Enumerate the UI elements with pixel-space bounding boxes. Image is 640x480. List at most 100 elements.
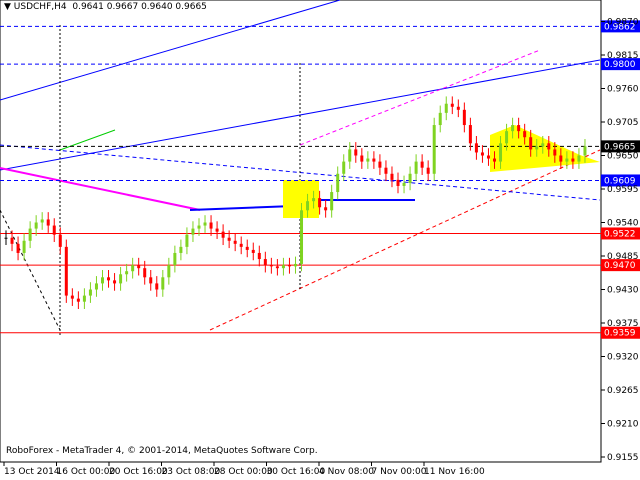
candle-body bbox=[414, 161, 418, 174]
candle-body bbox=[185, 234, 189, 247]
candle-body bbox=[16, 243, 20, 253]
x-tick-label: 7 Nov 00:00 bbox=[372, 467, 427, 477]
candle-body bbox=[312, 198, 316, 202]
candle-body bbox=[263, 259, 267, 266]
candle-body bbox=[390, 173, 394, 180]
candle-body bbox=[119, 274, 123, 284]
price-level-label: 0.9800 bbox=[604, 60, 636, 70]
candle-body bbox=[468, 125, 472, 144]
candle-body bbox=[523, 131, 527, 138]
y-tick-label: 0.9485 bbox=[607, 252, 639, 262]
price-level-label: 0.9359 bbox=[604, 329, 636, 339]
candle-body bbox=[46, 219, 50, 226]
candle-body bbox=[173, 252, 177, 266]
candle-body bbox=[354, 149, 358, 156]
candle-body bbox=[251, 249, 255, 253]
candle-body bbox=[408, 173, 412, 183]
candle-body bbox=[535, 146, 539, 150]
candle-body bbox=[22, 240, 26, 253]
candle-body bbox=[360, 155, 364, 162]
candle-body bbox=[565, 158, 569, 162]
candle-body bbox=[474, 143, 478, 153]
candle-body bbox=[577, 155, 581, 162]
candle-body bbox=[547, 143, 551, 150]
candle-body bbox=[529, 137, 533, 150]
chart-header: ▼ USDCHF,H4 0.9641 0.9667 0.9640 0.9665 bbox=[4, 2, 207, 12]
candle-body bbox=[113, 280, 117, 284]
copyright-text: RoboForex - MetaTrader 4, © 2001-2014, M… bbox=[6, 446, 318, 456]
x-tick-label: 20 Oct 16:00 bbox=[109, 467, 168, 477]
candle-body bbox=[517, 125, 521, 132]
candle-body bbox=[330, 192, 334, 211]
candle-body bbox=[559, 155, 563, 162]
candle-body bbox=[583, 146, 587, 156]
candle-body bbox=[336, 173, 340, 193]
candle-body bbox=[52, 225, 56, 235]
candle-body bbox=[155, 283, 159, 290]
candle-body bbox=[541, 143, 545, 147]
candle-body bbox=[64, 246, 68, 296]
y-tick-label: 0.9650 bbox=[607, 152, 639, 162]
candle-body bbox=[281, 265, 285, 269]
y-tick-label: 0.9705 bbox=[607, 118, 639, 128]
candle-body bbox=[450, 103, 454, 107]
candle-body bbox=[372, 158, 376, 162]
candle-body bbox=[239, 243, 243, 247]
candle-body bbox=[342, 161, 346, 174]
candle-body bbox=[275, 266, 279, 269]
candle-body bbox=[480, 152, 484, 156]
candle-body bbox=[167, 265, 171, 278]
candle-body bbox=[293, 263, 297, 267]
y-tick-label: 0.9155 bbox=[607, 453, 639, 463]
candle-body bbox=[149, 277, 153, 284]
candle-body bbox=[444, 103, 448, 113]
candle-body bbox=[493, 158, 497, 162]
candle-body bbox=[125, 271, 129, 275]
y-tick-label: 0.9265 bbox=[607, 386, 639, 396]
y-tick-label: 0.9760 bbox=[607, 85, 639, 95]
candle-body bbox=[245, 246, 249, 250]
y-tick-label: 0.9210 bbox=[607, 420, 639, 430]
price-chart[interactable]: 0.98620.98000.96650.96090.95220.94700.93… bbox=[0, 0, 640, 480]
candle-body bbox=[378, 161, 382, 168]
candle-body bbox=[4, 237, 8, 239]
x-tick-label: 11 Nov 16:00 bbox=[424, 467, 485, 477]
candle-body bbox=[209, 222, 213, 229]
candle-body bbox=[257, 252, 261, 260]
candle-body bbox=[76, 298, 80, 302]
candle-body bbox=[58, 234, 62, 247]
y-tick-label: 0.9540 bbox=[607, 219, 639, 229]
candle-body bbox=[402, 182, 406, 186]
candle-body bbox=[137, 265, 141, 269]
x-tick-label: 30 Oct 16:00 bbox=[267, 467, 326, 477]
symbol-label: USDCHF,H4 bbox=[13, 2, 67, 12]
x-tick-label: 28 Oct 00:00 bbox=[214, 467, 273, 477]
candle-body bbox=[197, 225, 201, 229]
candle-body bbox=[161, 277, 165, 290]
x-tick-label: 23 Oct 08:00 bbox=[162, 467, 221, 477]
x-tick-label: 13 Oct 2014 bbox=[4, 467, 60, 477]
candle-body bbox=[505, 131, 509, 144]
candle-body bbox=[396, 179, 400, 186]
candle-body bbox=[462, 109, 466, 126]
y-tick-label: 0.9430 bbox=[607, 286, 639, 296]
candle-body bbox=[318, 198, 322, 208]
x-tick-label: 4 Nov 08:00 bbox=[319, 467, 374, 477]
ohlc-readout: 0.9641 0.9667 0.9640 0.9665 bbox=[72, 2, 207, 12]
candle-body bbox=[179, 246, 183, 253]
candle-body bbox=[227, 237, 231, 241]
candle-body bbox=[511, 125, 515, 132]
candle-body bbox=[203, 222, 207, 226]
candle-body bbox=[432, 125, 436, 174]
candle-body bbox=[100, 277, 104, 284]
candle-body bbox=[82, 295, 86, 302]
candle-body bbox=[215, 228, 219, 232]
y-tick-label: 0.9870 bbox=[607, 18, 639, 28]
candle-body bbox=[348, 149, 352, 162]
candle-body bbox=[10, 237, 14, 244]
y-tick-label: 0.9320 bbox=[607, 353, 639, 363]
price-level-label: 0.9470 bbox=[604, 261, 636, 271]
candle-body bbox=[131, 265, 135, 272]
candle-body bbox=[456, 106, 460, 110]
candle-body bbox=[28, 228, 32, 241]
